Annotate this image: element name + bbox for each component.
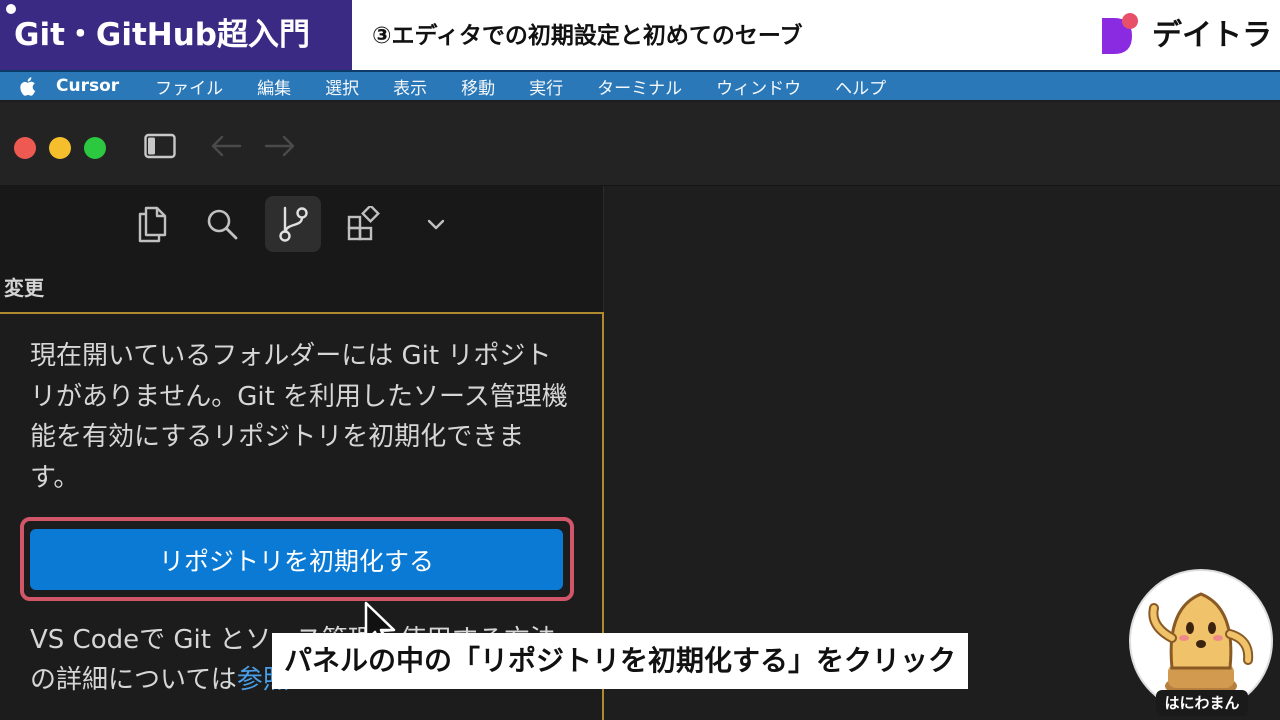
menu-app-name[interactable]: Cursor bbox=[56, 76, 119, 96]
activity-extensions[interactable] bbox=[336, 196, 392, 252]
brand-name: デイトラ bbox=[1152, 18, 1272, 53]
minimize-icon[interactable] bbox=[49, 137, 71, 159]
activity-explorer[interactable] bbox=[124, 196, 180, 252]
explorer-icon bbox=[138, 206, 167, 243]
dot-icon bbox=[6, 4, 16, 14]
search-icon bbox=[207, 209, 238, 240]
activity-more[interactable] bbox=[408, 196, 464, 252]
caption-subtitle: パネルの中の「リポジトリを初期化する」をクリック bbox=[272, 633, 969, 689]
series-title-text: Git・GitHub超入門 bbox=[14, 17, 310, 53]
menu-file[interactable]: ファイル bbox=[155, 74, 223, 99]
close-icon[interactable] bbox=[14, 137, 36, 159]
source-control-icon bbox=[279, 206, 308, 242]
menu-go[interactable]: 移動 bbox=[461, 74, 495, 99]
title-banner: Git・GitHub超入門 ③エディタでの初期設定と初めてのセーブ デイトラ bbox=[0, 0, 1280, 70]
apple-icon[interactable] bbox=[0, 76, 56, 97]
screen: Git・GitHub超入門 ③エディタでの初期設定と初めてのセーブ デイトラ C… bbox=[0, 0, 1280, 720]
chevron-down-icon bbox=[427, 219, 445, 230]
menu-bar: Cursor ファイル 編集 選択 表示 移動 実行 ターミナル ウィンドウ ヘ… bbox=[0, 70, 1280, 100]
menu-selection[interactable]: 選択 bbox=[325, 74, 359, 99]
zoom-icon[interactable] bbox=[84, 137, 106, 159]
mascot-name-label: はにわまん bbox=[1156, 690, 1248, 716]
episode-title: ③エディタでの初期設定と初めてのセーブ bbox=[372, 23, 803, 49]
menu-help[interactable]: ヘルプ bbox=[835, 74, 886, 99]
menu-edit[interactable]: 編集 bbox=[257, 74, 291, 99]
section-title-changes: 変更 bbox=[4, 276, 44, 300]
extensions-icon bbox=[347, 206, 380, 241]
activity-source-control[interactable] bbox=[265, 196, 321, 252]
menu-terminal[interactable]: ターミナル bbox=[597, 74, 682, 99]
activity-search[interactable] bbox=[194, 196, 250, 252]
menu-window[interactable]: ウィンドウ bbox=[716, 74, 801, 99]
menu-view[interactable]: 表示 bbox=[393, 74, 427, 99]
no-repo-message: 現在開いているフォルダーには Git リポジトリがありません。Git を利用した… bbox=[30, 341, 568, 493]
brand-logo-icon bbox=[1102, 13, 1138, 54]
series-title: Git・GitHub超入門 bbox=[0, 0, 352, 70]
sidebar-toggle-icon[interactable] bbox=[144, 133, 176, 159]
arrow-right-icon[interactable] bbox=[262, 132, 298, 160]
arrow-left-icon[interactable] bbox=[208, 132, 244, 160]
menu-run[interactable]: 実行 bbox=[529, 74, 563, 99]
window-titlebar bbox=[0, 102, 1280, 186]
initialize-repository-button[interactable]: リポジトリを初期化する bbox=[30, 529, 563, 590]
